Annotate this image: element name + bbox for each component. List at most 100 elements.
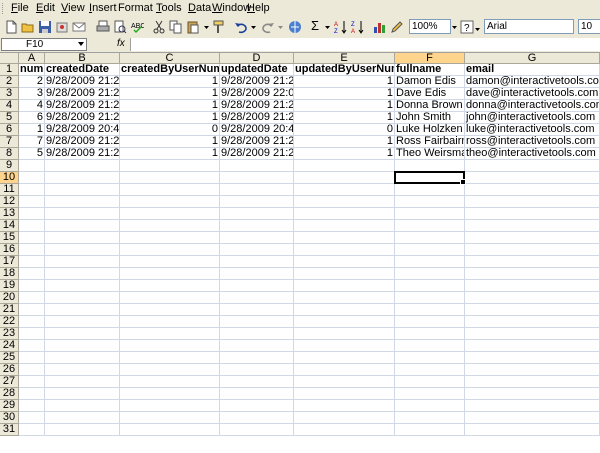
cell-b23[interactable] [45, 328, 120, 340]
autosum-icon[interactable]: Σ [311, 18, 319, 33]
cell-b26[interactable] [45, 364, 120, 376]
cell-a20[interactable] [19, 292, 45, 304]
cell-b31[interactable] [45, 424, 120, 436]
formula-input[interactable] [130, 38, 600, 51]
cell-b24[interactable] [45, 340, 120, 352]
cell-f6[interactable]: Luke Holzken [395, 124, 465, 136]
cell-e17[interactable] [294, 256, 395, 268]
cell-f19[interactable] [395, 280, 465, 292]
cell-d4[interactable]: 9/28/2009 21:28 [220, 100, 294, 112]
cell-f16[interactable] [395, 244, 465, 256]
cell-d25[interactable] [220, 352, 294, 364]
cell-d20[interactable] [220, 292, 294, 304]
cell-d2[interactable]: 9/28/2009 21:27 [220, 76, 294, 88]
cell-b2[interactable]: 9/28/2009 21:27 [45, 76, 120, 88]
cell-a12[interactable] [19, 196, 45, 208]
menu-edit[interactable]: Edit [36, 2, 55, 14]
cell-e3[interactable]: 1 [294, 88, 395, 100]
undo-icon[interactable] [234, 20, 248, 34]
toolbar-options-icon[interactable] [474, 20, 481, 34]
cell-c9[interactable] [120, 160, 220, 172]
cell-c24[interactable] [120, 340, 220, 352]
column-header-g[interactable]: G [465, 53, 600, 64]
sort-ascending-icon[interactable]: AZ [334, 20, 348, 34]
column-header-e[interactable]: E [294, 53, 395, 64]
cell-e20[interactable] [294, 292, 395, 304]
cell-c31[interactable] [120, 424, 220, 436]
column-header-f[interactable]: F [395, 53, 465, 64]
menu-window[interactable]: Window [212, 2, 251, 14]
cell-d3[interactable]: 9/28/2009 22:07 [220, 88, 294, 100]
cell-g9[interactable] [465, 160, 600, 172]
cell-f4[interactable]: Donna Brown [395, 100, 465, 112]
cell-d16[interactable] [220, 244, 294, 256]
cell-a27[interactable] [19, 376, 45, 388]
cell-e19[interactable] [294, 280, 395, 292]
cell-c28[interactable] [120, 388, 220, 400]
cell-c21[interactable] [120, 304, 220, 316]
cell-d27[interactable] [220, 376, 294, 388]
cell-e21[interactable] [294, 304, 395, 316]
font-size-combo[interactable]: 10 [578, 19, 600, 34]
cell-b9[interactable] [45, 160, 120, 172]
insert-function-icon[interactable]: fx [117, 38, 125, 49]
paste-dropdown-icon[interactable] [203, 20, 210, 34]
cell-g27[interactable] [465, 376, 600, 388]
cell-c13[interactable] [120, 208, 220, 220]
cell-g23[interactable] [465, 328, 600, 340]
cell-a26[interactable] [19, 364, 45, 376]
cell-e22[interactable] [294, 316, 395, 328]
cell-b3[interactable]: 9/28/2009 21:27 [45, 88, 120, 100]
email-icon[interactable] [72, 20, 86, 34]
cell-d5[interactable]: 9/28/2009 21:29 [220, 112, 294, 124]
column-header-d[interactable]: D [220, 53, 294, 64]
cell-a11[interactable] [19, 184, 45, 196]
cell-f1[interactable]: fullname [395, 64, 465, 76]
cell-d30[interactable] [220, 412, 294, 424]
cell-d15[interactable] [220, 232, 294, 244]
cell-b4[interactable]: 9/28/2009 21:28 [45, 100, 120, 112]
drawing-icon[interactable] [390, 20, 404, 34]
cell-d23[interactable] [220, 328, 294, 340]
cell-f15[interactable] [395, 232, 465, 244]
cell-b13[interactable] [45, 208, 120, 220]
cell-g26[interactable] [465, 364, 600, 376]
cell-f8[interactable]: Theo Weirsma [395, 148, 465, 160]
cell-f17[interactable] [395, 256, 465, 268]
cell-a23[interactable] [19, 328, 45, 340]
cell-f5[interactable]: John Smith [395, 112, 465, 124]
cell-a9[interactable] [19, 160, 45, 172]
cell-c22[interactable] [120, 316, 220, 328]
cell-e5[interactable]: 1 [294, 112, 395, 124]
cell-a1[interactable]: num [19, 64, 45, 76]
cell-f21[interactable] [395, 304, 465, 316]
column-header-c[interactable]: C [120, 53, 220, 64]
cell-b29[interactable] [45, 400, 120, 412]
cell-a10[interactable] [19, 172, 45, 184]
cell-d14[interactable] [220, 220, 294, 232]
row-header-31[interactable]: 31 [0, 424, 19, 436]
cell-d6[interactable]: 9/28/2009 20:46 [220, 124, 294, 136]
cell-c17[interactable] [120, 256, 220, 268]
cell-a29[interactable] [19, 400, 45, 412]
cell-e8[interactable]: 1 [294, 148, 395, 160]
cut-icon[interactable] [152, 20, 166, 34]
name-box[interactable]: F10 [1, 38, 87, 51]
cell-g25[interactable] [465, 352, 600, 364]
cell-e1[interactable]: updatedByUserNum [294, 64, 395, 76]
cell-a30[interactable] [19, 412, 45, 424]
cell-g6[interactable]: luke@interactivetools.com [465, 124, 600, 136]
cell-d26[interactable] [220, 364, 294, 376]
cell-c23[interactable] [120, 328, 220, 340]
cell-f2[interactable]: Damon Edis [395, 76, 465, 88]
cell-g4[interactable]: donna@interactivetools.com [465, 100, 600, 112]
name-box-dropdown-icon[interactable] [78, 42, 84, 46]
cell-c26[interactable] [120, 364, 220, 376]
cell-b21[interactable] [45, 304, 120, 316]
cell-b5[interactable]: 9/28/2009 21:29 [45, 112, 120, 124]
cell-e2[interactable]: 1 [294, 76, 395, 88]
cell-f25[interactable] [395, 352, 465, 364]
cell-d7[interactable]: 9/28/2009 21:29 [220, 136, 294, 148]
cell-d8[interactable]: 9/28/2009 21:28 [220, 148, 294, 160]
cell-g29[interactable] [465, 400, 600, 412]
